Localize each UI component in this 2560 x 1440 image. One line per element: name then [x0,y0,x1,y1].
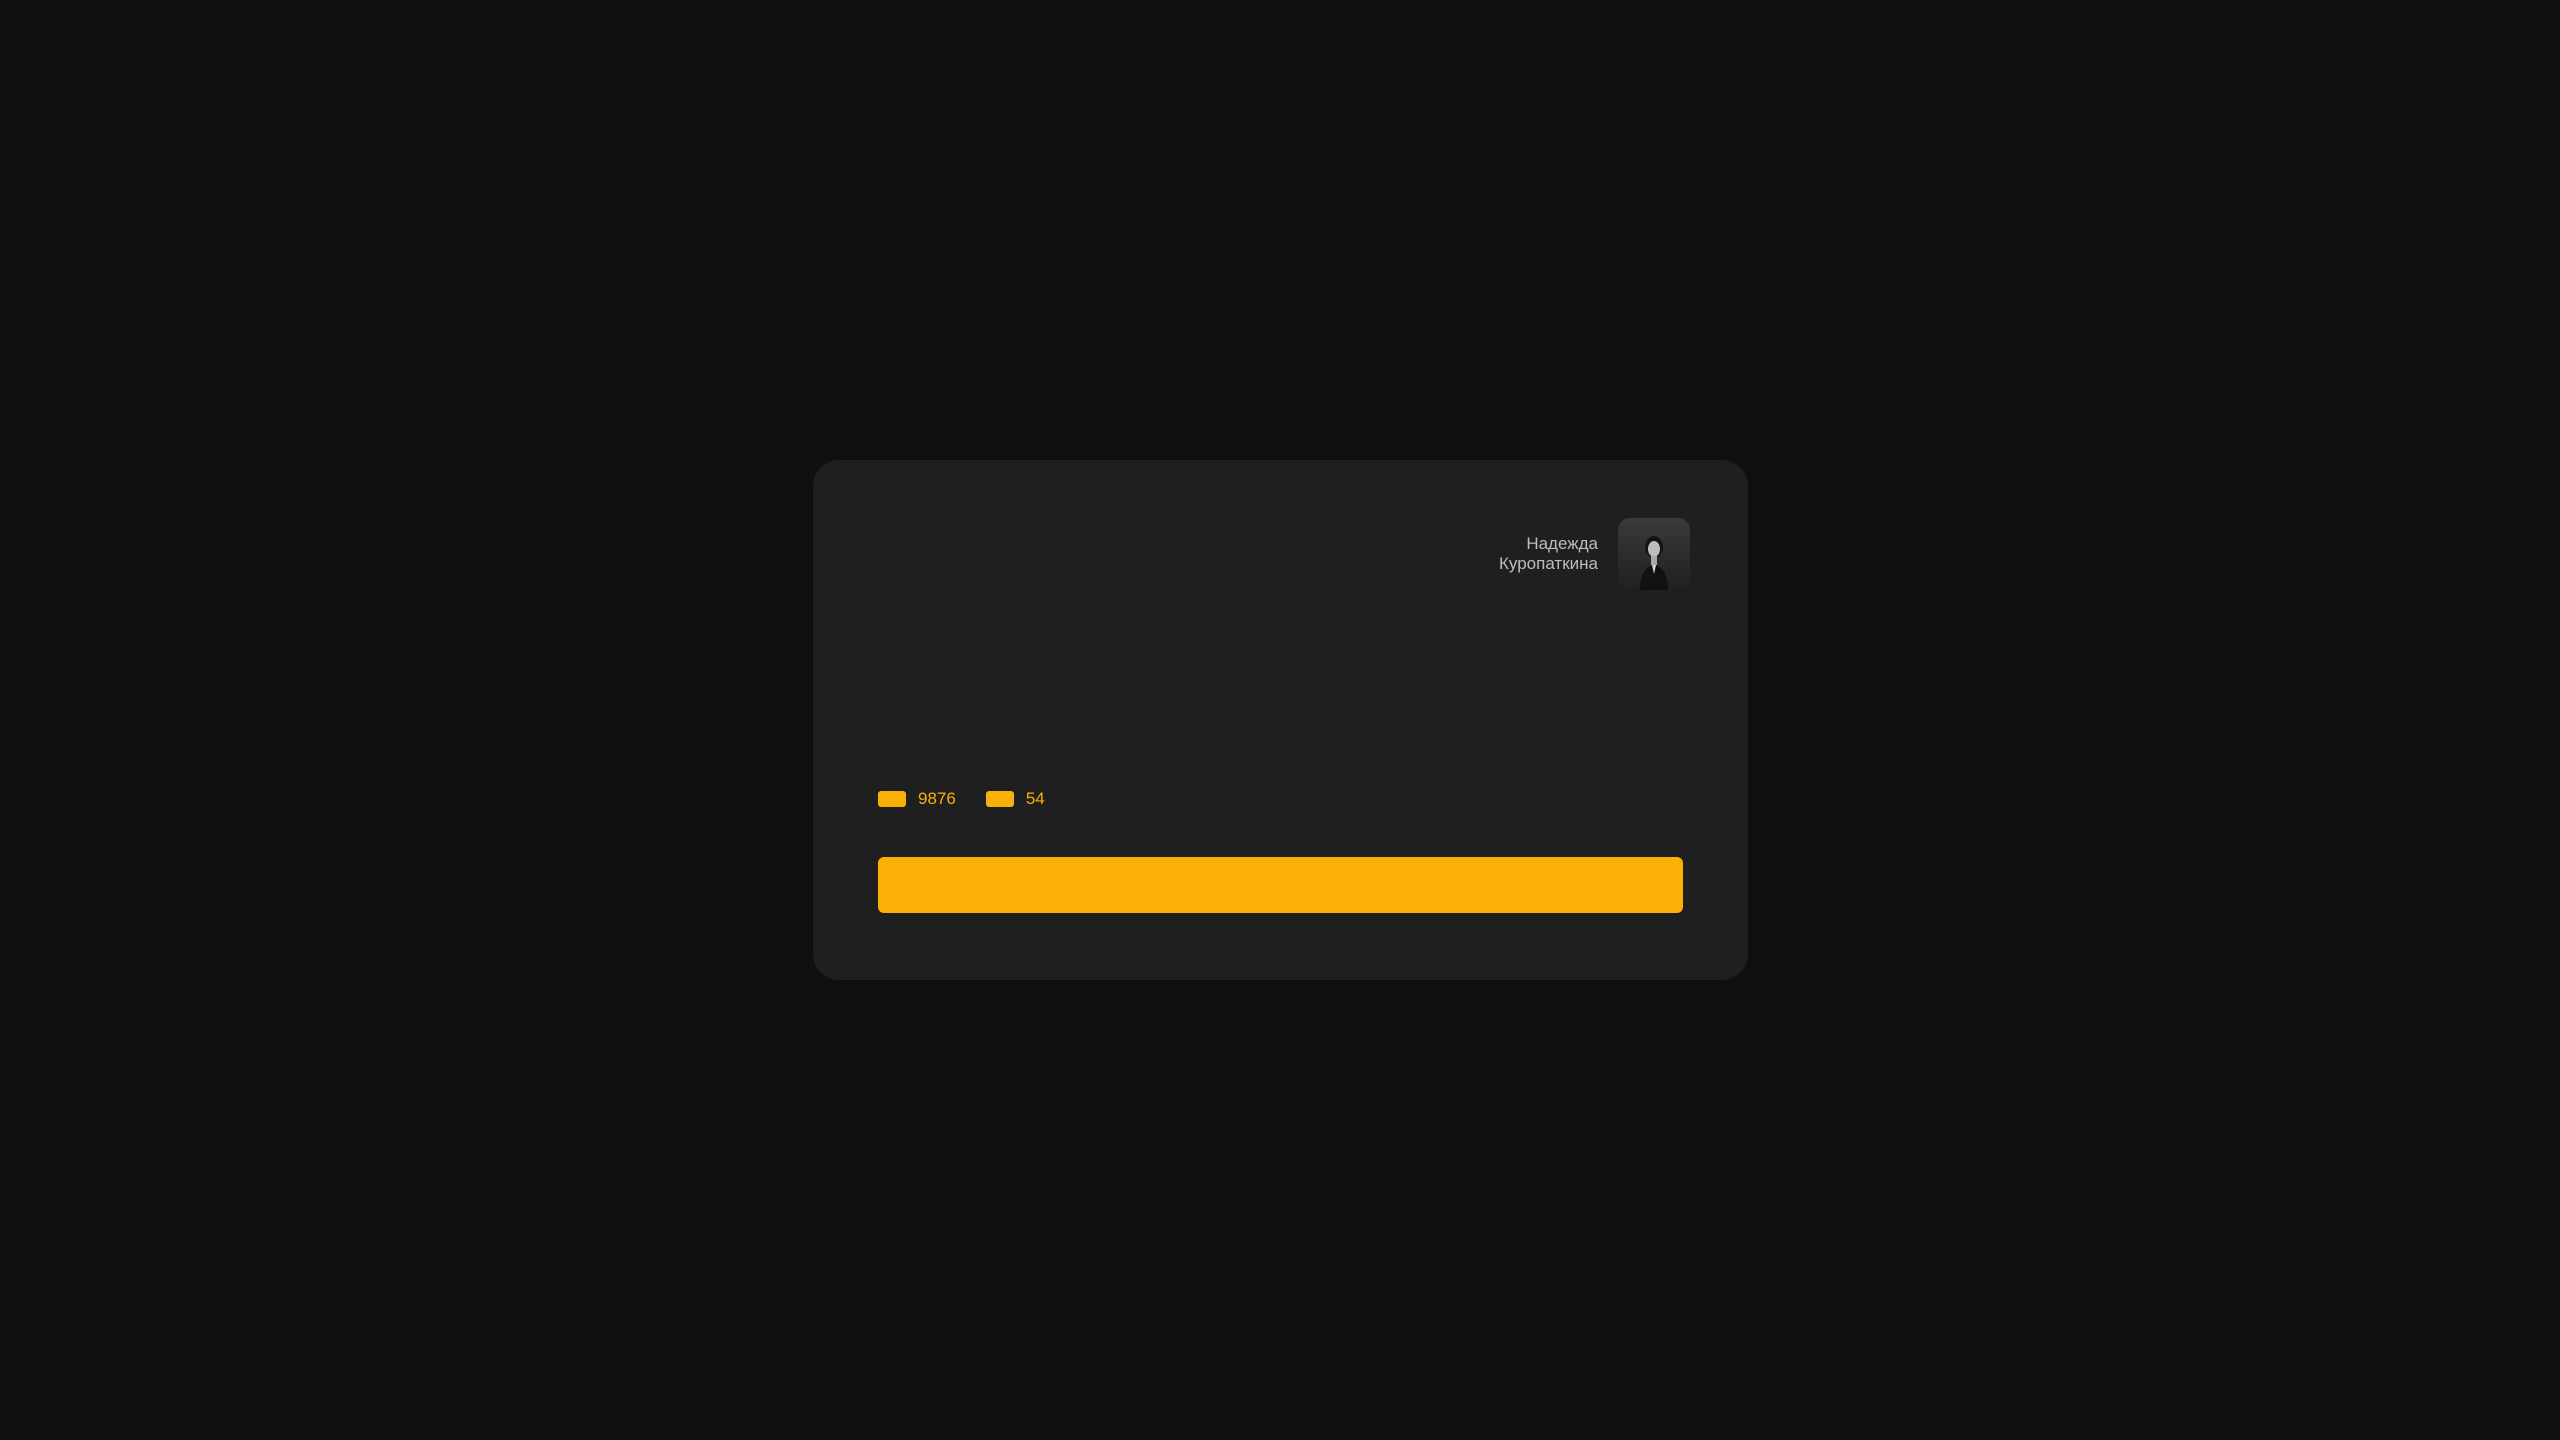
author-profile[interactable]: Надежда Куропаткина [1499,518,1690,590]
stat-value: 9876 [918,789,956,808]
avatar[interactable] [1618,518,1690,590]
stat-item[interactable]: 54 [985,789,1045,808]
post-stats: 9876 54 [878,790,1045,808]
person-photo-icon [1618,518,1690,590]
author-name[interactable]: Надежда Куропаткина [1499,534,1598,574]
author-last-name: Куропаткина [1499,554,1598,573]
post-card: Надежда Куропаткина 9876 54 [813,460,1748,980]
stat-item[interactable]: 9876 [878,790,956,808]
stat-value: 54 [1025,789,1045,808]
orange-pill-icon [985,791,1014,807]
primary-action-button[interactable] [878,857,1683,913]
orange-pill-icon [878,791,906,807]
author-first-name: Надежда [1526,534,1598,553]
